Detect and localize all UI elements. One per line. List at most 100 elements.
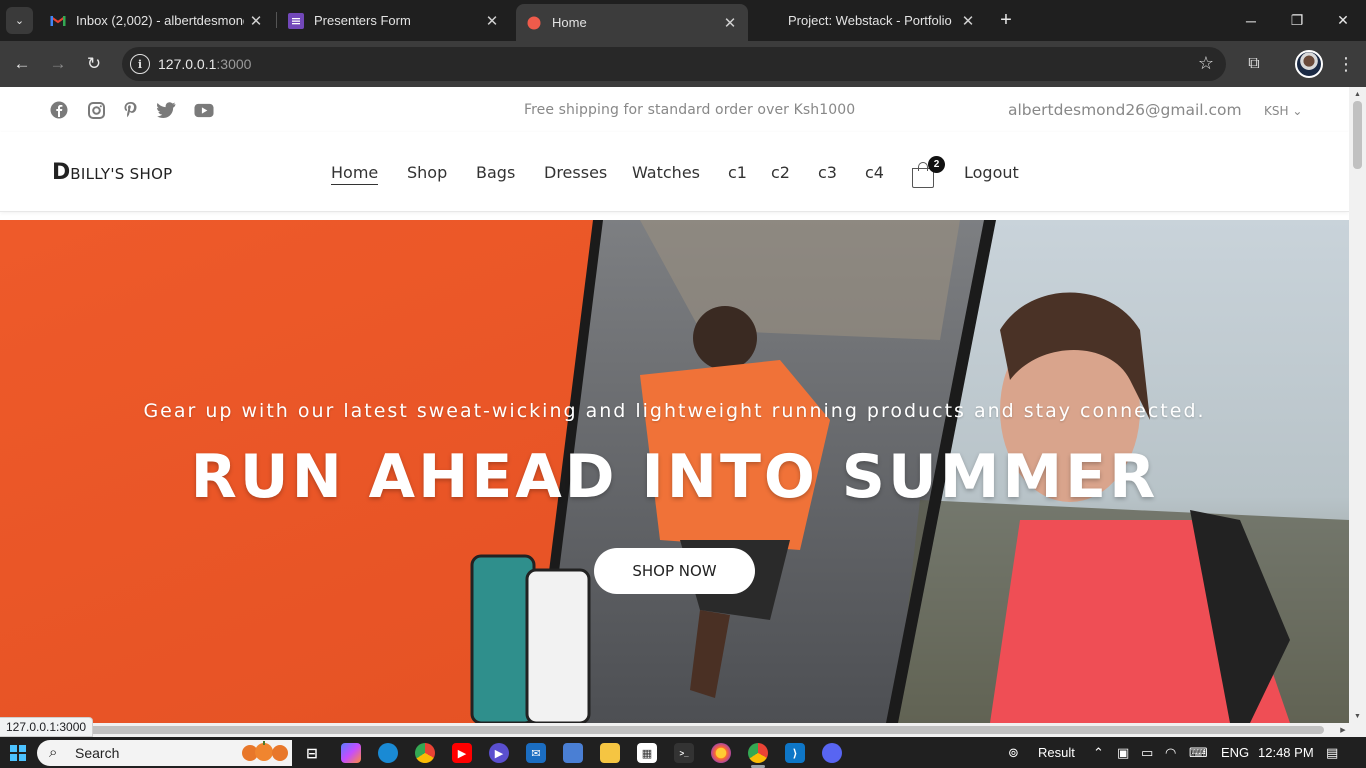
vertical-scrollbar[interactable]: ▲ ▼ bbox=[1349, 87, 1366, 723]
nav-watches[interactable]: Watches bbox=[632, 163, 700, 182]
horizontal-scrollbar[interactable]: ▶ bbox=[0, 723, 1366, 737]
browser-toolbar: ← → ↻ i 127.0.0.1:3000 ☆ ⧉ ⋮ bbox=[0, 41, 1366, 87]
tab-title: Home bbox=[552, 15, 587, 30]
back-button[interactable]: ← bbox=[8, 50, 36, 78]
hero-title: RUN AHEAD INTO SUMMER bbox=[190, 442, 1159, 512]
forms-icon bbox=[288, 12, 304, 29]
camera-icon[interactable]: ▣ bbox=[1117, 745, 1129, 761]
wifi-icon[interactable]: ◠ bbox=[1165, 745, 1176, 761]
tab-home[interactable]: Home ✕ bbox=[516, 4, 748, 41]
logout-link[interactable]: Logout bbox=[964, 163, 1019, 182]
minimize-button[interactable]: ─ bbox=[1228, 0, 1274, 41]
discord-icon[interactable] bbox=[822, 743, 842, 763]
tab-gmail[interactable]: Inbox (2,002) - albertdesmond2 ✕ bbox=[40, 6, 274, 35]
store-icon[interactable]: ▦ bbox=[637, 743, 657, 763]
notepad-icon[interactable] bbox=[563, 743, 583, 763]
nav-c4[interactable]: c4 bbox=[865, 163, 884, 182]
mail-icon[interactable]: ✉ bbox=[526, 743, 546, 763]
new-tab-button[interactable]: + bbox=[994, 8, 1018, 32]
file-explorer-icon[interactable] bbox=[600, 743, 620, 763]
tab-presenters-form[interactable]: Presenters Form ✕ bbox=[278, 6, 510, 35]
edge-icon[interactable] bbox=[378, 743, 398, 763]
tab-title: Inbox (2,002) - albertdesmond2 bbox=[76, 13, 244, 28]
logo-initial: D bbox=[52, 160, 71, 185]
hero-banner: Gear up with our latest sweat-wicking an… bbox=[0, 220, 1349, 723]
browser-menu-icon[interactable]: ⋮ bbox=[1336, 50, 1356, 78]
tab-close-icon[interactable]: ✕ bbox=[244, 12, 268, 30]
vscode-icon[interactable]: ⟩ bbox=[785, 743, 805, 763]
close-window-button[interactable]: ✕ bbox=[1320, 0, 1366, 41]
shipping-notice: Free shipping for standard order over Ks… bbox=[524, 102, 856, 118]
task-view-icon[interactable]: ⊟ bbox=[302, 743, 322, 763]
scroll-down-icon[interactable]: ▼ bbox=[1349, 709, 1366, 723]
tab-title: Project: Webstack - Portfolio Pro bbox=[788, 13, 956, 28]
tab-close-icon[interactable]: ✕ bbox=[718, 14, 742, 32]
chevron-up-icon[interactable]: ⌃ bbox=[1093, 745, 1104, 761]
red-circle-icon bbox=[526, 15, 542, 31]
bookmark-star-icon[interactable]: ☆ bbox=[1198, 53, 1214, 74]
youtube-app-icon[interactable]: ▶ bbox=[452, 743, 472, 763]
logo-text: BILLY'S SHOP bbox=[70, 165, 173, 183]
extensions-icon[interactable]: ⧉ bbox=[1242, 52, 1266, 76]
result-label[interactable]: Result bbox=[1038, 745, 1075, 760]
twitter-icon[interactable] bbox=[156, 101, 176, 119]
tab-search-dropdown-icon[interactable]: ⌄ bbox=[6, 7, 33, 34]
terminal-icon[interactable]: >_ bbox=[674, 743, 694, 763]
search-icon: ⌕ bbox=[49, 744, 58, 761]
scroll-thumb[interactable] bbox=[1353, 101, 1362, 169]
blank-icon bbox=[762, 13, 778, 29]
shop-now-button[interactable]: SHOP NOW bbox=[594, 548, 755, 594]
wifi-result-icon[interactable]: ⊚ bbox=[1008, 745, 1019, 761]
tab-webstack[interactable]: Project: Webstack - Portfolio Pro ✕ bbox=[752, 6, 986, 35]
windows-start-icon[interactable] bbox=[10, 745, 26, 761]
facebook-icon[interactable] bbox=[49, 101, 69, 119]
gmail-icon bbox=[50, 13, 66, 29]
tab-title: Presenters Form bbox=[314, 13, 411, 28]
hscroll-thumb[interactable] bbox=[14, 726, 1324, 734]
account-email[interactable]: albertdesmond26@gmail.com bbox=[1008, 101, 1242, 119]
nav-dresses[interactable]: Dresses bbox=[544, 163, 607, 182]
pinterest-icon[interactable] bbox=[120, 101, 140, 119]
tab-close-icon[interactable]: ✕ bbox=[956, 12, 980, 30]
keyboard-icon[interactable]: ⌨ bbox=[1189, 745, 1208, 761]
browser-tab-bar: ⌄ Inbox (2,002) - albertdesmond2 ✕ Prese… bbox=[0, 0, 1366, 41]
copilot-icon[interactable] bbox=[341, 743, 361, 763]
instagram-icon[interactable] bbox=[86, 101, 106, 119]
site-info-icon[interactable]: i bbox=[130, 54, 150, 74]
currency-select[interactable]: KSH ⌄ bbox=[1264, 104, 1302, 118]
nav-c2[interactable]: c2 bbox=[771, 163, 790, 182]
site-logo[interactable]: DBILLY'S SHOP bbox=[52, 160, 173, 185]
scroll-up-icon[interactable]: ▲ bbox=[1349, 87, 1366, 101]
nav-bags[interactable]: Bags bbox=[476, 163, 515, 182]
chrome-active-icon[interactable] bbox=[748, 743, 768, 763]
battery-icon[interactable]: ▭ bbox=[1141, 745, 1153, 761]
youtube-icon[interactable] bbox=[194, 101, 214, 119]
media-player-icon[interactable]: ▶ bbox=[489, 743, 509, 763]
url-text[interactable]: 127.0.0.1:3000 bbox=[158, 56, 251, 72]
reload-button[interactable]: ↻ bbox=[80, 50, 108, 78]
restore-button[interactable]: ❐ bbox=[1274, 0, 1320, 41]
pumpkin-decoration-icon bbox=[242, 741, 288, 761]
nav-c3[interactable]: c3 bbox=[818, 163, 837, 182]
link-status-bubble: 127.0.0.1:3000 bbox=[0, 717, 94, 737]
address-bar[interactable]: i 127.0.0.1:3000 ☆ bbox=[122, 47, 1226, 81]
nav-home[interactable]: Home bbox=[331, 163, 379, 185]
page-viewport: Free shipping for standard order over Ks… bbox=[0, 87, 1366, 723]
firefox-icon[interactable] bbox=[711, 743, 731, 763]
chevron-down-icon: ⌄ bbox=[1292, 104, 1303, 118]
nav-c1[interactable]: c1 bbox=[728, 163, 747, 182]
profile-avatar[interactable] bbox=[1295, 50, 1323, 78]
site-topbar: Free shipping for standard order over Ks… bbox=[0, 87, 1349, 132]
scroll-right-icon[interactable]: ▶ bbox=[1336, 723, 1350, 737]
hero-subtitle: Gear up with our latest sweat-wicking an… bbox=[143, 400, 1206, 422]
chrome-icon[interactable] bbox=[415, 743, 435, 763]
tab-close-icon[interactable]: ✕ bbox=[480, 12, 504, 30]
forward-button[interactable]: → bbox=[44, 50, 72, 78]
windows-taskbar: ⌕ Search ⊟ ▶ ▶ ✉ ▦ >_ ⟩ ⊚ Result ⌃ ▣ ▭ ◠… bbox=[0, 737, 1366, 768]
language-indicator[interactable]: ENG bbox=[1221, 745, 1249, 760]
cart-button[interactable]: 2 bbox=[912, 156, 945, 188]
nav-shop[interactable]: Shop bbox=[407, 163, 447, 182]
notifications-icon[interactable]: ▤ bbox=[1326, 745, 1338, 761]
clock[interactable]: 12:48 PM bbox=[1258, 745, 1314, 760]
url-port: :3000 bbox=[216, 56, 252, 72]
